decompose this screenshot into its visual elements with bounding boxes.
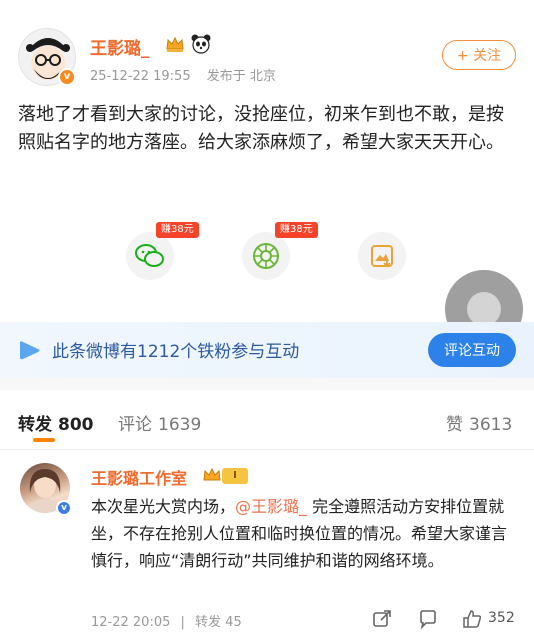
comment-interact-button[interactable]: 评论互动	[428, 333, 516, 367]
tab-reposts[interactable]: 转发 800	[18, 410, 94, 435]
save-image-button[interactable]	[358, 232, 406, 280]
tab-comments[interactable]: 评论 1639	[118, 410, 201, 435]
moments-reward-badge: 赚38元	[275, 222, 318, 238]
repost-level-badge: I	[222, 468, 248, 484]
tab-reposts-label: 转发	[18, 415, 52, 435]
repost-text-before: 本次星光大赏内场，	[91, 497, 236, 516]
share-icon[interactable]	[372, 609, 392, 629]
share-moments-button[interactable]	[242, 232, 290, 280]
tab-comments-count: 1639	[158, 415, 202, 435]
image-download-icon	[371, 245, 393, 268]
comment-icon[interactable]	[418, 609, 438, 629]
panda-badge-icon	[191, 34, 211, 54]
section-divider	[0, 378, 534, 390]
tab-likes[interactable]: 赞 3613	[446, 410, 512, 435]
author-name[interactable]: 王影璐_	[90, 34, 150, 59]
play-arrow-icon	[20, 341, 40, 360]
wechat-icon	[135, 244, 164, 267]
verified-badge-icon: v	[58, 68, 76, 86]
wechat-reward-badge: 赚38元	[156, 222, 199, 238]
like-icon[interactable]	[462, 609, 482, 629]
repost-item[interactable]: v 王影璐工作室 I 本次星光大赏内场，@王影璐_ 完全遵照活动方安排位置就坐，…	[0, 451, 534, 640]
repost-footer: 12-22 20:05 | 转发 45	[91, 611, 242, 630]
share-row: 赚38元 赚38元	[0, 220, 534, 290]
crown-badge-icon	[166, 36, 184, 52]
post-text: 落地了才看到大家的讨论，没抢座位，初来乍到也不敢，是按照贴名字的地方落座。给大家…	[18, 104, 504, 153]
active-tab-indicator	[33, 438, 55, 442]
post-meta: 25-12-22 19:55 发布于 北京	[90, 65, 276, 84]
repost-separator: |	[180, 615, 185, 630]
repost-repost-count[interactable]: 转发 45	[195, 615, 242, 630]
tab-reposts-count: 800	[58, 415, 94, 435]
post-header: v 王影璐_ 25-12-22 19:55 发布于 北京 + 关注	[0, 0, 534, 95]
tab-likes-count: 3613	[469, 415, 513, 435]
moments-icon	[253, 243, 279, 269]
repost-like-count: 352	[488, 610, 515, 626]
repost-verified-icon: v	[56, 500, 72, 516]
repost-mention-link[interactable]: @王影璐_	[235, 497, 307, 516]
post-date: 25-12-22 19:55	[90, 69, 191, 84]
repost-author-name[interactable]: 王影璐工作室	[91, 465, 187, 489]
repost-time: 12-22 20:05	[91, 615, 171, 630]
tab-comments-label: 评论	[118, 415, 152, 435]
fan-interaction-banner[interactable]: 此条微博有1212个铁粉参与互动 评论互动	[0, 322, 534, 378]
follow-button[interactable]: + 关注	[442, 40, 516, 70]
repost-crown-icon	[203, 467, 221, 481]
repost-text: 本次星光大赏内场，@王影璐_ 完全遵照活动方安排位置就坐，不存在抢别人位置和临时…	[91, 493, 521, 574]
interaction-tabs: 转发 800 评论 1639 赞 3613	[0, 390, 534, 450]
tab-likes-label: 赞	[446, 415, 463, 435]
share-wechat-button[interactable]	[126, 232, 174, 280]
post-location: 发布于 北京	[206, 69, 276, 84]
banner-text: 此条微博有1212个铁粉参与互动	[52, 342, 300, 362]
